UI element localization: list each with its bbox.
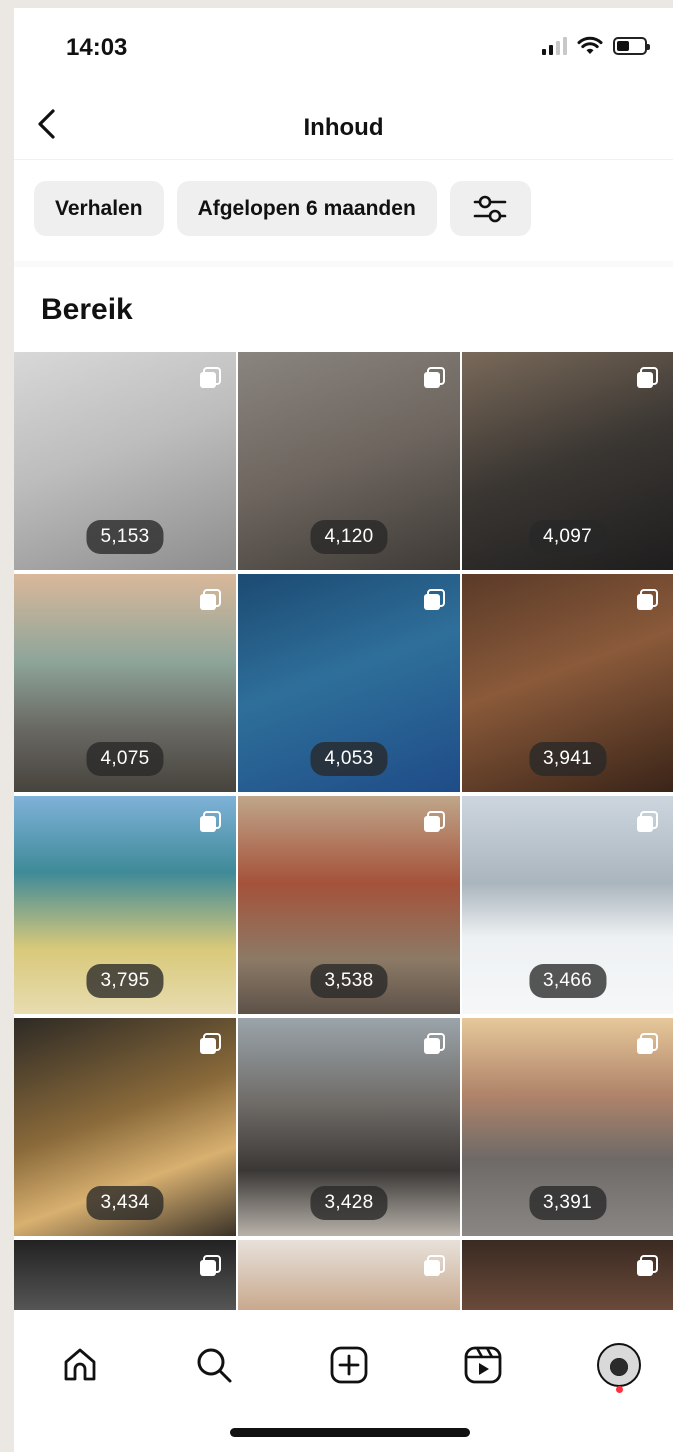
grid-tile[interactable]: 4,097 bbox=[462, 352, 673, 570]
grid-tile[interactable]: 3,941 bbox=[462, 574, 673, 792]
reach-count: 3,795 bbox=[86, 964, 164, 998]
section-divider bbox=[14, 261, 673, 267]
search-icon bbox=[197, 1348, 232, 1383]
signal-icon bbox=[542, 37, 567, 55]
reach-count: 3,434 bbox=[86, 1186, 164, 1220]
phone-screen: 14:03 Inhoud Verhalen Afgelopen 6 maande… bbox=[14, 8, 673, 1452]
grid-tile[interactable] bbox=[14, 1240, 236, 1310]
reels-icon bbox=[464, 1346, 502, 1384]
carousel-icon bbox=[200, 1255, 221, 1276]
reach-count: 4,075 bbox=[86, 742, 164, 776]
carousel-icon bbox=[200, 1033, 221, 1054]
carousel-icon bbox=[424, 367, 445, 388]
page-title: Inhoud bbox=[303, 114, 384, 141]
status-icons bbox=[542, 36, 650, 56]
reach-count: 4,097 bbox=[528, 520, 607, 554]
grid-tile[interactable]: 3,466 bbox=[462, 796, 673, 1014]
carousel-icon bbox=[637, 1033, 658, 1054]
tab-profile[interactable] bbox=[591, 1337, 647, 1393]
add-post-icon bbox=[330, 1346, 368, 1384]
filter-bar: Verhalen Afgelopen 6 maanden bbox=[34, 181, 531, 236]
grid-tile[interactable] bbox=[462, 1240, 673, 1310]
tab-reels[interactable] bbox=[455, 1337, 511, 1393]
reach-count: 4,053 bbox=[310, 742, 388, 776]
carousel-icon bbox=[200, 589, 221, 610]
reach-count: 4,120 bbox=[310, 520, 388, 554]
carousel-icon bbox=[637, 811, 658, 832]
reach-count: 3,466 bbox=[528, 964, 607, 998]
carousel-icon bbox=[637, 589, 658, 610]
notification-dot bbox=[616, 1386, 623, 1393]
carousel-icon bbox=[637, 1255, 658, 1276]
grid-tile[interactable]: 4,053 bbox=[238, 574, 460, 792]
carousel-icon bbox=[200, 811, 221, 832]
carousel-icon bbox=[424, 1033, 445, 1054]
tab-search[interactable] bbox=[186, 1337, 242, 1393]
tab-home[interactable] bbox=[52, 1337, 108, 1393]
reach-count: 3,428 bbox=[310, 1186, 388, 1220]
grid-tile[interactable]: 5,153 bbox=[14, 352, 236, 570]
grid-tile[interactable]: 3,428 bbox=[238, 1018, 460, 1236]
home-icon bbox=[64, 1348, 96, 1381]
grid-tile[interactable] bbox=[238, 1240, 460, 1310]
reach-count: 3,391 bbox=[528, 1186, 607, 1220]
grid-tile[interactable]: 3,538 bbox=[238, 796, 460, 1014]
grid-tile[interactable]: 3,795 bbox=[14, 796, 236, 1014]
filter-chip-time-range[interactable]: Afgelopen 6 maanden bbox=[176, 181, 437, 236]
battery-icon bbox=[613, 37, 650, 55]
reach-count: 3,538 bbox=[310, 964, 388, 998]
wifi-icon bbox=[577, 36, 603, 54]
carousel-icon bbox=[424, 811, 445, 832]
grid-tile[interactable]: 3,434 bbox=[14, 1018, 236, 1236]
filter-chip-content-type[interactable]: Verhalen bbox=[34, 181, 164, 236]
carousel-icon bbox=[637, 367, 658, 388]
section-title: Bereik bbox=[41, 293, 133, 326]
avatar bbox=[597, 1343, 641, 1387]
tab-create[interactable] bbox=[321, 1337, 377, 1393]
carousel-icon bbox=[424, 589, 445, 610]
reach-count: 5,153 bbox=[86, 520, 164, 554]
reach-count: 3,941 bbox=[528, 742, 607, 776]
sliders-icon bbox=[473, 195, 507, 222]
grid-tile[interactable]: 4,075 bbox=[14, 574, 236, 792]
home-indicator bbox=[230, 1428, 470, 1437]
content-grid: 5,153 4,120 4,097 4,075 4,053 3,941 3,795 3,538… bbox=[14, 352, 673, 1310]
grid-tile[interactable]: 4,120 bbox=[238, 352, 460, 570]
carousel-icon bbox=[424, 1255, 445, 1276]
status-time: 14:03 bbox=[66, 34, 128, 61]
filter-settings-button[interactable] bbox=[449, 181, 531, 236]
status-bar: 14:03 bbox=[14, 8, 673, 88]
carousel-icon bbox=[200, 367, 221, 388]
grid-tile[interactable]: 3,391 bbox=[462, 1018, 673, 1236]
nav-header: Inhoud bbox=[14, 88, 673, 160]
